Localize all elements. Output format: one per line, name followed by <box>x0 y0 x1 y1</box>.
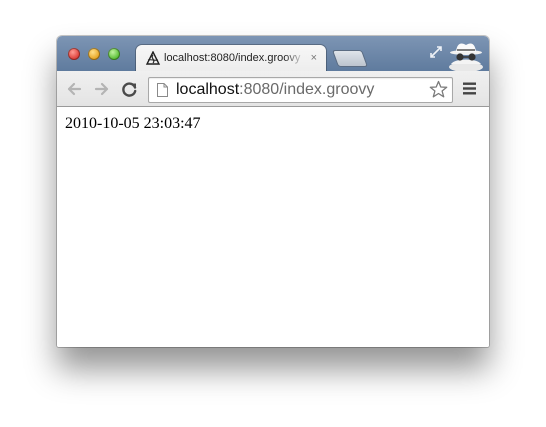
page-content: 2010-10-05 23:03:47 <box>57 107 489 347</box>
fullscreen-icon[interactable] <box>428 44 444 60</box>
star-icon[interactable] <box>429 80 448 99</box>
incognito-icon <box>449 43 483 71</box>
page-icon <box>157 83 168 97</box>
minimize-window-button[interactable] <box>88 48 100 60</box>
groovy-logo-icon <box>145 51 161 65</box>
browser-toolbar: localhost:8080/index.groovy <box>57 71 489 107</box>
address-bar[interactable]: localhost:8080/index.groovy <box>148 77 453 103</box>
url-path: :8080/index.groovy <box>239 81 375 98</box>
menu-icon[interactable] <box>462 82 477 95</box>
zoom-window-button[interactable] <box>108 48 120 60</box>
forward-arrow-icon[interactable] <box>93 80 111 98</box>
close-window-button[interactable] <box>68 48 80 60</box>
url-host: localhost <box>176 81 240 98</box>
tab-close-icon[interactable]: × <box>311 51 317 65</box>
timestamp-text: 2010-10-05 23:03:47 <box>65 115 201 132</box>
title-bar: localhost:8080/index.groovy × <box>57 36 489 72</box>
browser-window: localhost:8080/index.groovy × localhost:… <box>57 36 489 347</box>
tab-active[interactable]: localhost:8080/index.groovy × <box>136 45 326 72</box>
back-arrow-icon[interactable] <box>65 80 83 98</box>
reload-icon[interactable] <box>121 80 139 98</box>
new-tab-button[interactable] <box>331 50 369 67</box>
tab-title: localhost:8080/index.groovy <box>164 52 301 64</box>
url-text[interactable]: localhost:8080/index.groovy <box>176 81 374 99</box>
